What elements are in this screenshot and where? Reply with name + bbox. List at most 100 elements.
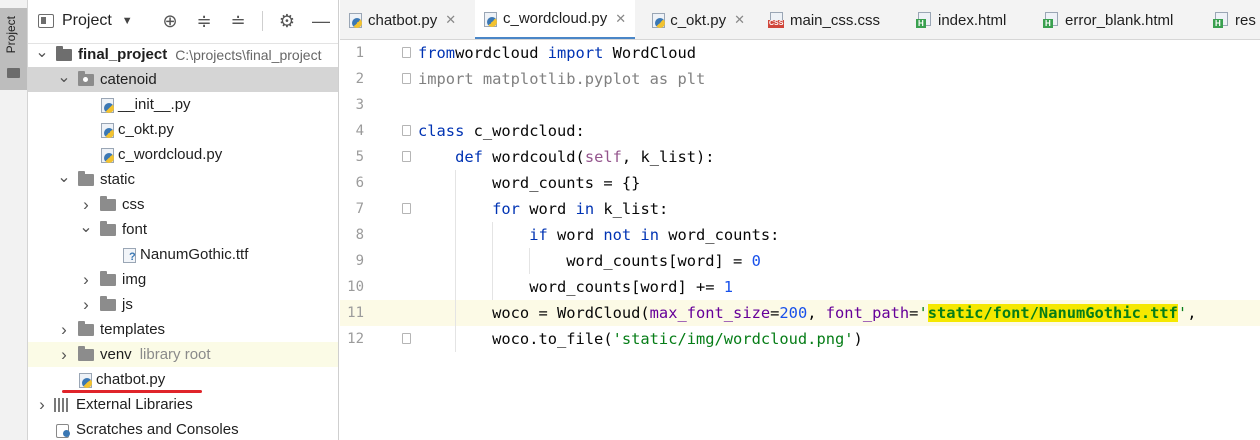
code-token: woco.to_file( (418, 330, 613, 348)
code-text: fromwordcloud import WordCloud (410, 44, 696, 62)
code-line[interactable]: def wordcould(self, k_list): (410, 144, 1260, 170)
code-line[interactable]: word_counts = {} (410, 170, 1260, 196)
line-number: 12 (347, 331, 364, 347)
code-token: max_font_size (649, 304, 771, 322)
chevron-right-icon[interactable]: › (58, 345, 70, 365)
tree-item[interactable]: Scratches and Consoles (28, 417, 338, 440)
editor-tab[interactable]: chatbot.py ✕ (340, 0, 468, 39)
tree-item[interactable]: › css (28, 192, 338, 217)
code-line[interactable]: word_counts[word] = 0 (410, 248, 1260, 274)
code-token: font_path (825, 304, 910, 322)
editor-tab[interactable]: res (1205, 0, 1260, 39)
code-text: if word not in word_counts: (410, 226, 779, 244)
code-token: wordcould( (482, 148, 585, 166)
code-line[interactable]: woco = WordCloud(max_font_size=200, font… (410, 300, 1260, 326)
line-number: 6 (355, 175, 364, 191)
code-token: ' (1177, 304, 1188, 322)
chevron-down-icon[interactable]: ⌄ (57, 167, 70, 187)
code-token: wordcloud (455, 44, 548, 62)
chevron-right-icon[interactable]: › (36, 395, 48, 415)
tree-item[interactable]: › js (28, 292, 338, 317)
hide-panel-icon[interactable]: — (311, 11, 331, 31)
tree-item[interactable]: ⌄ final_project C:\projects\final_project (28, 42, 338, 67)
code-token: from (418, 44, 456, 62)
tree-item[interactable]: ⌄ catenoid (28, 67, 338, 92)
tab-label: res (1235, 11, 1256, 29)
collapse-all-icon[interactable]: ≐ (228, 11, 248, 31)
code-token: 200 (779, 304, 808, 322)
close-icon[interactable]: ✕ (734, 12, 745, 28)
code-line[interactable]: woco.to_file('static/img/wordcloud.png') (410, 326, 1260, 352)
project-tool-button[interactable]: Project (0, 8, 27, 90)
tree-item[interactable]: › templates (28, 317, 338, 342)
code-text: import matplotlib.pyplot as plt (410, 70, 705, 88)
indent-guide (492, 222, 494, 300)
code-text: for word in k_list: (410, 200, 668, 218)
code-token: word (519, 200, 576, 218)
tree-item[interactable]: › venv library root (28, 342, 338, 367)
code-line[interactable]: word_counts[word] += 1 (410, 274, 1260, 300)
code-line[interactable]: fromwordcloud import WordCloud (410, 40, 1260, 66)
chevron-right-icon[interactable]: › (80, 295, 92, 315)
project-icon (38, 14, 54, 28)
line-number: 8 (355, 227, 364, 243)
code-token: 'static/img/wordcloud.png' (612, 330, 854, 348)
code-area[interactable]: fromwordcloud import WordCloud import mat… (410, 40, 1260, 440)
code-line[interactable]: if word not in word_counts: (410, 222, 1260, 248)
editor-tab[interactable]: c_okt.py ✕ (643, 0, 753, 39)
expand-all-icon[interactable]: ≑ (194, 11, 214, 31)
tree-item[interactable]: › img (28, 267, 338, 292)
close-icon[interactable]: ✕ (445, 12, 456, 28)
editor-tab[interactable]: main_css.css (760, 0, 900, 39)
code-token: c_wordcloud: (464, 122, 585, 140)
editor-tab[interactable]: index.html (908, 0, 1028, 39)
tree-item[interactable]: __init__.py (28, 92, 338, 117)
tree-item-label: Scratches and Consoles (76, 421, 239, 438)
code-token: ) (853, 330, 863, 348)
line-number: 11 (347, 305, 364, 321)
html-file-icon (1043, 12, 1059, 28)
chevron-right-icon[interactable]: › (80, 270, 92, 290)
close-icon[interactable]: ✕ (615, 11, 626, 27)
folder-icon (100, 270, 116, 286)
tree-item[interactable]: ⌄ font (28, 217, 338, 242)
code-line[interactable]: import matplotlib.pyplot as plt (410, 66, 1260, 92)
code-line[interactable]: for word in k_list: (410, 196, 1260, 222)
chevron-down-icon[interactable]: ⌄ (79, 217, 92, 237)
line-number: 3 (355, 97, 364, 113)
code-line[interactable] (410, 92, 1260, 118)
tree-item-label: c_wordcloud.py (118, 146, 223, 163)
code-token: self (584, 148, 622, 166)
code-token: word_counts = {} (418, 174, 641, 192)
library-root-hint: library root (139, 346, 211, 363)
project-path: C:\projects\final_project (175, 46, 322, 63)
code-token: = (770, 304, 780, 322)
editor-tab[interactable]: error_blank.html (1035, 0, 1195, 39)
code-text: woco.to_file('static/img/wordcloud.png') (410, 330, 863, 348)
tree-item[interactable]: c_wordcloud.py (28, 142, 338, 167)
tree-item[interactable]: › External Libraries (28, 392, 338, 417)
locate-file-icon[interactable]: ⊕ (160, 11, 180, 31)
code-token: 0 (751, 252, 761, 270)
chevron-down-icon[interactable]: ⌄ (57, 67, 70, 87)
tree-item[interactable]: chatbot.py (28, 367, 338, 392)
tree-item[interactable]: c_okt.py (28, 117, 338, 142)
tree-item-label: font (122, 221, 148, 238)
chevron-down-icon[interactable]: ⌄ (35, 42, 48, 62)
editor-area: chatbot.py ✕ c_wordcloud.py ✕ c_okt.py ✕ main_… (340, 0, 1260, 440)
tree-item[interactable]: NanumGothic.ttf (28, 242, 338, 267)
chevron-right-icon[interactable]: › (80, 195, 92, 215)
line-number: 1 (355, 45, 364, 61)
editor-tab-bar: chatbot.py ✕ c_wordcloud.py ✕ c_okt.py ✕ main_… (340, 0, 1260, 40)
gear-icon[interactable]: ⚙ (277, 11, 297, 31)
chevron-right-icon[interactable]: › (58, 320, 70, 340)
code-token: def (455, 148, 483, 166)
code-token: , (1187, 304, 1197, 322)
folder-icon (100, 195, 116, 211)
editor-tab[interactable]: c_wordcloud.py ✕ (475, 0, 635, 39)
code-line[interactable]: class c_wordcloud: (410, 118, 1260, 144)
tree-item[interactable]: ⌄ static (28, 167, 338, 192)
project-view-selector[interactable]: Project ▼ (38, 12, 133, 30)
